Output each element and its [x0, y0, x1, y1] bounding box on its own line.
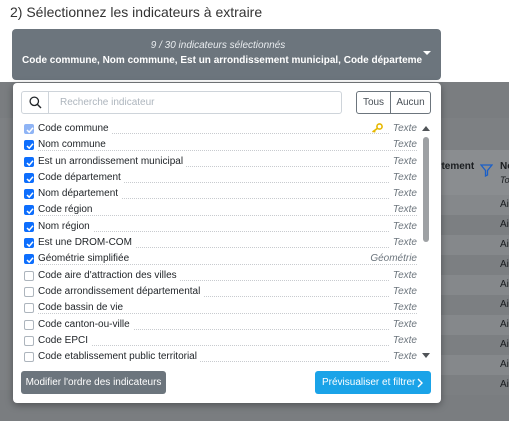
selection-count: 9 / 30 indicateurs sélectionnés	[150, 40, 286, 51]
background-row: Ai	[430, 255, 509, 275]
background-table-header	[430, 150, 509, 195]
scroll-up-icon[interactable]	[422, 125, 430, 133]
indicator-type: Texte	[389, 269, 417, 281]
indicator-name: Est un arrondissement municipal	[38, 155, 187, 167]
indicator-type: Texte	[389, 155, 417, 167]
indicator-type: Texte	[389, 285, 417, 297]
indicator-item[interactable]: Est un arrondissement municipal Texte	[21, 154, 421, 170]
preview-filter-label: Prévisualiser et filtrer	[322, 377, 416, 388]
search-input[interactable]	[50, 92, 340, 113]
indicator-checkbox[interactable]	[24, 303, 34, 314]
indicator-checkbox[interactable]	[24, 205, 34, 216]
scroll-down-icon[interactable]	[422, 351, 430, 359]
scrollbar[interactable]	[422, 125, 430, 359]
indicator-type: Géométrie	[367, 253, 417, 265]
background-row: Ai	[430, 355, 509, 375]
indicator-type: Texte	[389, 351, 417, 363]
indicator-item[interactable]: Est une DROM-COM Texte	[21, 235, 421, 251]
dotted-leader	[38, 345, 417, 347]
background-row: Ai	[430, 215, 509, 235]
search-icon	[29, 96, 42, 109]
indicator-item[interactable]: Code région Texte	[21, 202, 421, 218]
indicator-name: Code canton-ou-ville	[38, 318, 133, 330]
search-group	[21, 91, 342, 114]
indicator-name: Est une DROM-COM	[38, 237, 135, 249]
indicator-checkbox[interactable]	[24, 319, 34, 330]
filter-icon[interactable]	[480, 164, 493, 177]
indicator-name: Code commune	[38, 123, 112, 134]
indicator-checkbox[interactable]	[24, 335, 34, 346]
background-row: Ai	[430, 275, 509, 295]
indicator-name: Code département	[38, 171, 124, 183]
indicator-item[interactable]: Code arrondissement départemental Texte	[21, 284, 421, 300]
indicator-name: Nom région	[38, 220, 93, 232]
background-row: Ai	[430, 335, 509, 355]
indicator-type: Texte	[389, 188, 417, 200]
indicator-item[interactable]: Nom région Texte	[21, 219, 421, 235]
indicator-item[interactable]: Géométrie simplifiée Géométrie	[21, 251, 421, 267]
page-title: 2) Sélectionnez les indicateurs à extrai…	[10, 4, 263, 20]
search-icon-box	[22, 92, 49, 113]
indicator-type: Texte	[389, 139, 417, 151]
indicator-type: Texte	[389, 318, 417, 330]
indicator-checkbox	[24, 124, 34, 134]
preview-filter-button[interactable]: Prévisualiser et filtrer	[315, 371, 431, 394]
indicator-type: Texte	[389, 123, 417, 134]
indicator-name: Code etablissement public territorial	[38, 351, 200, 363]
indicator-checkbox[interactable]	[24, 286, 34, 297]
indicator-item[interactable]: Code département Texte	[21, 170, 421, 186]
caret-down-icon	[423, 51, 431, 55]
indicator-checkbox[interactable]	[24, 352, 34, 363]
indicator-type: Texte	[389, 334, 417, 346]
dotted-leader	[38, 231, 417, 233]
indicator-checkbox[interactable]	[24, 221, 34, 232]
background-row: Ai	[430, 375, 509, 395]
indicator-type: Texte	[389, 237, 417, 249]
indicator-checkbox[interactable]	[24, 189, 34, 200]
select-none-button[interactable]: Aucun	[391, 91, 431, 114]
indicator-name: Code EPCI	[38, 334, 92, 346]
indicator-checkbox[interactable]	[24, 254, 34, 265]
background-row: Ai	[430, 195, 509, 215]
background-row: Ai	[430, 295, 509, 315]
indicator-selector[interactable]: 9 / 30 indicateurs sélectionnés Code com…	[12, 29, 441, 80]
indicator-dropdown-panel: Tous Aucun Code commune Texte Nom commune T…	[13, 83, 441, 403]
indicator-checkbox[interactable]	[24, 270, 34, 281]
indicator-type: Texte	[389, 204, 417, 216]
background-row: Ai	[430, 235, 509, 255]
indicator-item[interactable]: Code bassin de vie Texte	[21, 300, 421, 316]
indicator-type: Texte	[389, 302, 417, 314]
reorder-indicators-button[interactable]: Modifier l'ordre des indicateurs	[21, 371, 166, 394]
background-row: Ai	[430, 315, 509, 335]
key-icon	[371, 123, 383, 136]
indicator-item[interactable]: Code canton-ou-ville Texte	[21, 317, 421, 333]
background-column-header-next: No	[500, 161, 509, 172]
chevron-right-icon	[417, 378, 423, 388]
indicator-name: Code aire d'attraction des villes	[38, 269, 180, 281]
indicator-name: Code arrondissement départemental	[38, 285, 204, 297]
indicator-list: Code commune Texte Nom commune Texte Est un …	[21, 121, 421, 363]
indicator-name: Nom département	[38, 188, 122, 200]
indicator-checkbox[interactable]	[24, 238, 34, 249]
indicator-checkbox[interactable]	[24, 156, 34, 167]
indicator-type: Texte	[389, 220, 417, 232]
indicator-item[interactable]: Code aire d'attraction des villes Texte	[21, 268, 421, 284]
indicator-name: Géométrie simplifiée	[38, 253, 133, 265]
select-all-button[interactable]: Tous	[356, 91, 391, 114]
selected-indicators-summary: Code commune, Nom commune, Est un arrond…	[22, 55, 422, 66]
indicator-item[interactable]: Nom commune Texte	[21, 137, 421, 153]
indicator-name: Code région	[38, 204, 96, 216]
indicator-checkbox[interactable]	[24, 140, 34, 151]
scrollbar-thumb[interactable]	[423, 137, 429, 242]
indicator-item[interactable]: Code etablissement public territorial Tex…	[21, 349, 421, 363]
indicator-item[interactable]: Code EPCI Texte	[21, 333, 421, 349]
background-column-subheader: To	[500, 175, 509, 185]
indicator-item[interactable]: Nom département Texte	[21, 186, 421, 202]
indicator-name: Nom commune	[38, 139, 109, 151]
indicator-type: Texte	[389, 171, 417, 183]
indicator-name: Code bassin de vie	[38, 302, 127, 314]
indicator-item[interactable]: Code commune Texte	[21, 121, 421, 137]
indicator-checkbox[interactable]	[24, 172, 34, 183]
